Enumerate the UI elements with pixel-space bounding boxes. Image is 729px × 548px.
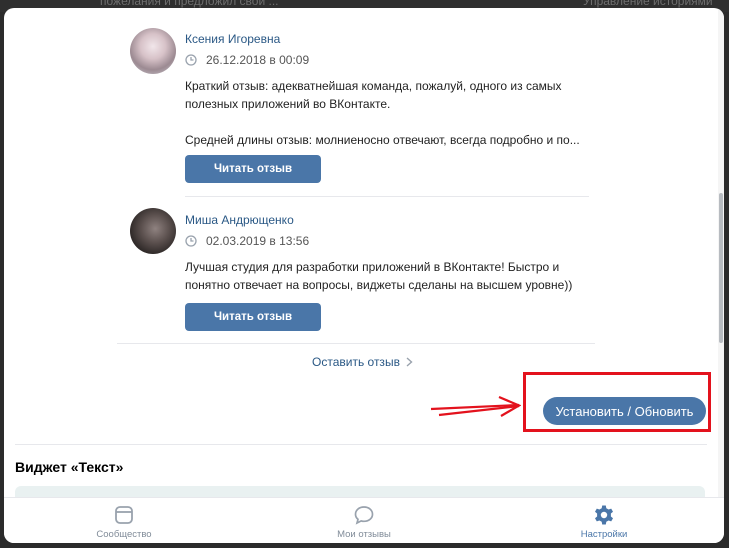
gear-icon (595, 505, 613, 525)
review-date-text: 26.12.2018 в 00:09 (206, 53, 310, 67)
background-text: пожелания и предложил свой ... (100, 0, 279, 8)
review-card: Миша Андрющенко 02.03.2019 в 13:56 Лучша… (117, 198, 591, 348)
install-update-button[interactable]: Установить / Обновить (543, 397, 706, 425)
review-author[interactable]: Ксения Игоревна (185, 32, 280, 46)
section-divider (15, 444, 707, 445)
scrollbar-track[interactable] (718, 8, 724, 498)
chevron-right-icon (406, 357, 413, 367)
tab-my-reviews[interactable]: Мои отзывы (244, 498, 484, 543)
review-card: Ксения Игоревна 26.12.2018 в 00:09 Кратк… (117, 8, 591, 208)
tab-community-label: Сообщество (96, 529, 152, 540)
text-widget-title: Виджет «Текст» (15, 459, 124, 475)
bottom-tab-bar: Сообщество Мои отзывы Настройки (4, 497, 724, 543)
review-divider (185, 196, 589, 197)
clock-icon (185, 235, 197, 247)
tab-settings[interactable]: Настройки (484, 498, 724, 543)
leave-review-label: Оставить отзыв (312, 355, 400, 369)
review-author[interactable]: Миша Андрющенко (185, 213, 294, 227)
read-review-button[interactable]: Читать отзыв (185, 303, 321, 331)
clock-icon (185, 54, 197, 66)
chat-bubble-icon (354, 506, 374, 525)
review-text: Лучшая студия для разработки приложений … (185, 260, 573, 292)
tab-my-reviews-label: Мои отзывы (337, 529, 391, 540)
avatar[interactable] (130, 208, 176, 254)
red-arrow-annotation (430, 396, 521, 417)
review-text: Краткий отзыв: адекватнейшая команда, по… (185, 79, 580, 147)
review-date-text: 02.03.2019 в 13:56 (206, 234, 310, 248)
background-text-right: Управление историями (583, 0, 713, 8)
community-icon (115, 506, 133, 524)
read-review-button[interactable]: Читать отзыв (185, 155, 321, 183)
reviews-bottom-divider (117, 343, 595, 344)
leave-review-link[interactable]: Оставить отзыв (312, 355, 413, 369)
review-date: 26.12.2018 в 00:09 (185, 53, 309, 67)
app-modal: Ксения Игоревна 26.12.2018 в 00:09 Кратк… (4, 8, 724, 543)
tab-settings-label: Настройки (580, 529, 628, 540)
review-date: 02.03.2019 в 13:56 (185, 234, 309, 248)
tab-community[interactable]: Сообщество (4, 498, 244, 543)
scrollbar-thumb[interactable] (719, 193, 723, 343)
avatar[interactable] (130, 28, 176, 74)
